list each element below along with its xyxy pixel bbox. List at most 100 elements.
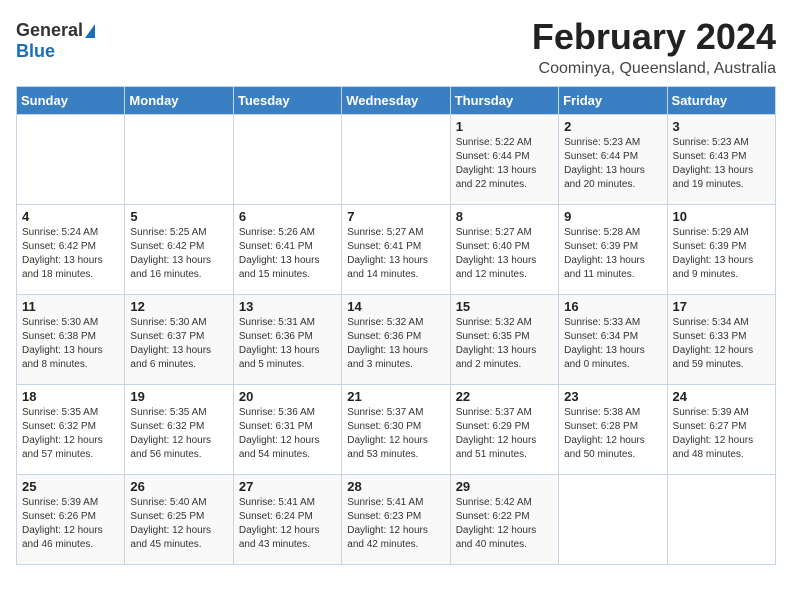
calendar-cell: 11Sunrise: 5:30 AM Sunset: 6:38 PM Dayli… — [17, 295, 125, 385]
calendar-week-row: 18 Sunrise: 5:35 AM Sunset: 6:32 PM Dayli… — [17, 385, 776, 475]
day-info: Sunrise: 5:23 AM Sunset: 6:44 PM Dayligh… — [564, 136, 661, 192]
logo: General Blue — [16, 20, 95, 62]
calendar-cell: 2 Sunrise: 5:23 AM Sunset: 6:44 PM Daylig… — [559, 115, 667, 205]
day-info: Sunrise: 5:42 AM Sunset: 6:22 PM Dayligh… — [456, 496, 553, 552]
calendar-cell: 9 Sunrise: 5:28 AM Sunset: 6:39 PM Daylig… — [559, 205, 667, 295]
calendar-cell: 21Sunrise: 5:37 AM Sunset: 6:30 PM Dayli… — [342, 385, 450, 475]
day-number: 21 — [347, 389, 444, 404]
calendar-cell: 19 Sunrise: 5:35 AM Sunset: 6:32 PM Dayli… — [125, 385, 233, 475]
day-info: Sunrise: 5:35 AM Sunset: 6:32 PM Dayligh… — [130, 406, 227, 462]
day-info: Sunrise: 5:35 AM Sunset: 6:32 PM Dayligh… — [22, 406, 119, 462]
day-info: Sunrise: 5:36 AM Sunset: 6:31 PM Dayligh… — [239, 406, 336, 462]
calendar-cell: 3 Sunrise: 5:23 AM Sunset: 6:43 PM Daylig… — [667, 115, 775, 205]
day-info: Sunrise: 5:22 AM Sunset: 6:44 PM Dayligh… — [456, 136, 553, 192]
day-info: Sunrise: 5:31 AM Sunset: 6:36 PM Dayligh… — [239, 316, 336, 372]
day-info: Sunrise: 5:23 AM Sunset: 6:43 PM Dayligh… — [673, 136, 770, 192]
calendar-cell — [667, 475, 775, 565]
day-info: Sunrise: 5:33 AM Sunset: 6:34 PM Dayligh… — [564, 316, 661, 372]
day-number: 15 — [456, 299, 553, 314]
calendar-cell: 16 Sunrise: 5:33 AM Sunset: 6:34 PM Dayli… — [559, 295, 667, 385]
day-number: 1 — [456, 119, 553, 134]
calendar-cell: 18 Sunrise: 5:35 AM Sunset: 6:32 PM Dayli… — [17, 385, 125, 475]
calendar-cell: 5Sunrise: 5:25 AM Sunset: 6:42 PM Daylig… — [125, 205, 233, 295]
day-info: Sunrise: 5:39 AM Sunset: 6:26 PM Dayligh… — [22, 496, 119, 552]
day-number: 18 — [22, 389, 119, 404]
calendar-week-row: 1 Sunrise: 5:22 AM Sunset: 6:44 PM Daylig… — [17, 115, 776, 205]
calendar-cell: 23 Sunrise: 5:38 AM Sunset: 6:28 PM Dayli… — [559, 385, 667, 475]
day-number: 26 — [130, 479, 227, 494]
calendar-cell: 14 Sunrise: 5:32 AM Sunset: 6:36 PM Dayli… — [342, 295, 450, 385]
header: General Blue February 2024 Coominya, Que… — [16, 16, 776, 78]
calendar-cell: 10Sunrise: 5:29 AM Sunset: 6:39 PM Dayli… — [667, 205, 775, 295]
day-info: Sunrise: 5:41 AM Sunset: 6:23 PM Dayligh… — [347, 496, 444, 552]
title-section: February 2024 Coominya, Queensland, Aust… — [532, 16, 776, 78]
calendar-cell — [559, 475, 667, 565]
day-info: Sunrise: 5:28 AM Sunset: 6:39 PM Dayligh… — [564, 226, 661, 282]
calendar-cell: 4Sunrise: 5:24 AM Sunset: 6:42 PM Daylig… — [17, 205, 125, 295]
day-number: 27 — [239, 479, 336, 494]
calendar-cell: 27 Sunrise: 5:41 AM Sunset: 6:24 PM Dayli… — [233, 475, 341, 565]
logo-general: General — [16, 20, 83, 41]
calendar-cell: 29Sunrise: 5:42 AM Sunset: 6:22 PM Dayli… — [450, 475, 558, 565]
day-number: 8 — [456, 209, 553, 224]
header-day-friday: Friday — [559, 87, 667, 115]
day-number: 3 — [673, 119, 770, 134]
day-number: 17 — [673, 299, 770, 314]
calendar-cell: 26 Sunrise: 5:40 AM Sunset: 6:25 PM Dayli… — [125, 475, 233, 565]
day-number: 20 — [239, 389, 336, 404]
calendar-cell: 25 Sunrise: 5:39 AM Sunset: 6:26 PM Dayli… — [17, 475, 125, 565]
calendar-cell: 12Sunrise: 5:30 AM Sunset: 6:37 PM Dayli… — [125, 295, 233, 385]
logo-blue: Blue — [16, 41, 55, 62]
calendar-cell: 28 Sunrise: 5:41 AM Sunset: 6:23 PM Dayli… — [342, 475, 450, 565]
calendar: SundayMondayTuesdayWednesdayThursdayFrid… — [16, 86, 776, 565]
header-day-monday: Monday — [125, 87, 233, 115]
calendar-cell: 8Sunrise: 5:27 AM Sunset: 6:40 PM Daylig… — [450, 205, 558, 295]
day-info: Sunrise: 5:41 AM Sunset: 6:24 PM Dayligh… — [239, 496, 336, 552]
day-number: 19 — [130, 389, 227, 404]
header-day-thursday: Thursday — [450, 87, 558, 115]
day-info: Sunrise: 5:40 AM Sunset: 6:25 PM Dayligh… — [130, 496, 227, 552]
day-info: Sunrise: 5:37 AM Sunset: 6:29 PM Dayligh… — [456, 406, 553, 462]
day-info: Sunrise: 5:29 AM Sunset: 6:39 PM Dayligh… — [673, 226, 770, 282]
header-day-tuesday: Tuesday — [233, 87, 341, 115]
day-info: Sunrise: 5:32 AM Sunset: 6:36 PM Dayligh… — [347, 316, 444, 372]
calendar-cell: 13 Sunrise: 5:31 AM Sunset: 6:36 PM Dayli… — [233, 295, 341, 385]
day-number: 22 — [456, 389, 553, 404]
calendar-cell: 17 Sunrise: 5:34 AM Sunset: 6:33 PM Dayli… — [667, 295, 775, 385]
calendar-cell: 15 Sunrise: 5:32 AM Sunset: 6:35 PM Dayli… — [450, 295, 558, 385]
calendar-cell — [17, 115, 125, 205]
day-number: 9 — [564, 209, 661, 224]
day-number: 2 — [564, 119, 661, 134]
calendar-cell — [342, 115, 450, 205]
day-number: 14 — [347, 299, 444, 314]
calendar-week-row: 4Sunrise: 5:24 AM Sunset: 6:42 PM Daylig… — [17, 205, 776, 295]
day-info: Sunrise: 5:30 AM Sunset: 6:38 PM Dayligh… — [22, 316, 119, 372]
day-number: 5 — [130, 209, 227, 224]
calendar-header-row: SundayMondayTuesdayWednesdayThursdayFrid… — [17, 87, 776, 115]
day-info: Sunrise: 5:34 AM Sunset: 6:33 PM Dayligh… — [673, 316, 770, 372]
day-number: 23 — [564, 389, 661, 404]
header-day-sunday: Sunday — [17, 87, 125, 115]
day-info: Sunrise: 5:27 AM Sunset: 6:41 PM Dayligh… — [347, 226, 444, 282]
day-number: 25 — [22, 479, 119, 494]
day-number: 7 — [347, 209, 444, 224]
logo-triangle-icon — [85, 24, 95, 38]
day-info: Sunrise: 5:32 AM Sunset: 6:35 PM Dayligh… — [456, 316, 553, 372]
day-info: Sunrise: 5:24 AM Sunset: 6:42 PM Dayligh… — [22, 226, 119, 282]
day-info: Sunrise: 5:26 AM Sunset: 6:41 PM Dayligh… — [239, 226, 336, 282]
subtitle: Coominya, Queensland, Australia — [532, 60, 776, 78]
header-day-saturday: Saturday — [667, 87, 775, 115]
day-number: 12 — [130, 299, 227, 314]
calendar-cell: 20 Sunrise: 5:36 AM Sunset: 6:31 PM Dayli… — [233, 385, 341, 475]
calendar-week-row: 11Sunrise: 5:30 AM Sunset: 6:38 PM Dayli… — [17, 295, 776, 385]
main-title: February 2024 — [532, 16, 776, 58]
calendar-cell — [233, 115, 341, 205]
calendar-week-row: 25 Sunrise: 5:39 AM Sunset: 6:26 PM Dayli… — [17, 475, 776, 565]
day-number: 13 — [239, 299, 336, 314]
calendar-cell: 1 Sunrise: 5:22 AM Sunset: 6:44 PM Daylig… — [450, 115, 558, 205]
day-number: 28 — [347, 479, 444, 494]
day-info: Sunrise: 5:38 AM Sunset: 6:28 PM Dayligh… — [564, 406, 661, 462]
day-number: 24 — [673, 389, 770, 404]
day-number: 16 — [564, 299, 661, 314]
calendar-cell: 7 Sunrise: 5:27 AM Sunset: 6:41 PM Daylig… — [342, 205, 450, 295]
